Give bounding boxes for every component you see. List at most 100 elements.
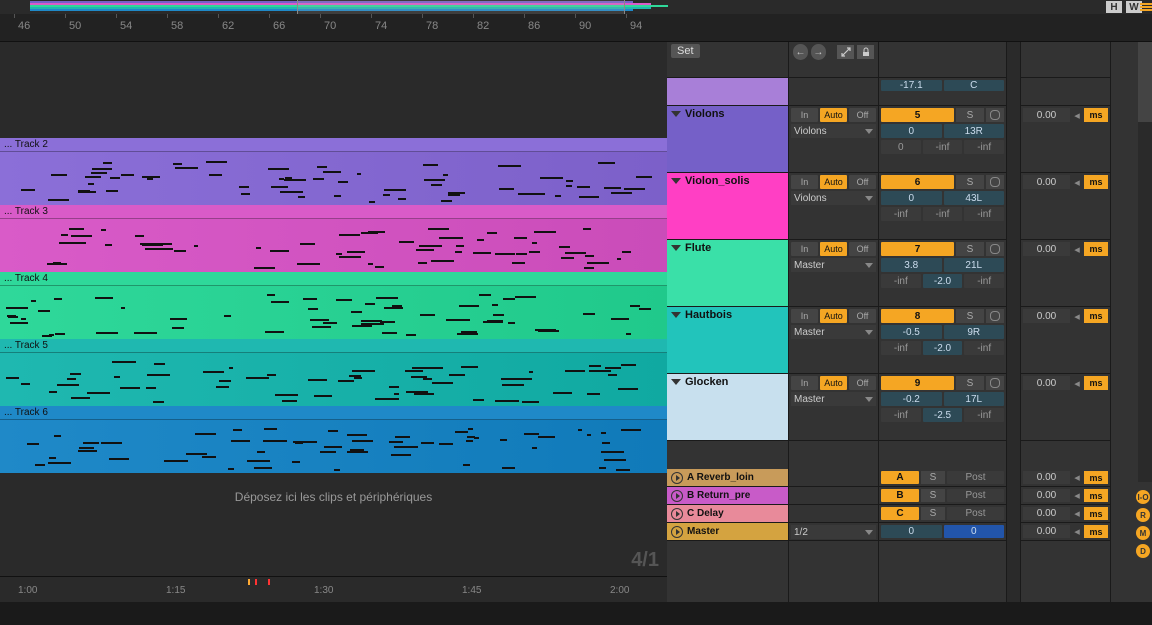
- send-a[interactable]: -inf: [881, 341, 921, 355]
- track-volume[interactable]: 0: [881, 124, 942, 138]
- return-delay[interactable]: 0.00: [1023, 471, 1070, 484]
- delay-unit-toggle[interactable]: ms: [1084, 175, 1108, 189]
- track-pan[interactable]: 43L: [944, 191, 1005, 205]
- delay-unit-toggle[interactable]: ms: [1084, 525, 1108, 538]
- scrollbar-thumb[interactable]: [1138, 42, 1152, 122]
- chevron-left-icon[interactable]: ◂: [1072, 175, 1082, 189]
- monitor-in[interactable]: In: [791, 376, 818, 390]
- track-volume[interactable]: 0: [881, 191, 942, 205]
- view-toggle-r[interactable]: R: [1136, 508, 1150, 522]
- monitor-auto[interactable]: Auto: [820, 242, 847, 256]
- return-track-header[interactable]: B Return_pre: [667, 487, 788, 505]
- fold-toggle-icon[interactable]: [671, 245, 681, 251]
- chevron-left-icon[interactable]: ◂: [1072, 242, 1082, 256]
- play-icon[interactable]: [671, 490, 683, 502]
- track-header[interactable]: Violon_solis: [667, 173, 788, 240]
- overview-bar[interactable]: H W: [0, 0, 1152, 14]
- clip-header[interactable]: ... Track 2: [0, 138, 667, 152]
- drop-zone[interactable]: Déposez ici les clips et périphériques: [0, 482, 667, 512]
- track-volume[interactable]: -0.5: [881, 325, 942, 339]
- loop-end-marker[interactable]: [268, 579, 270, 585]
- solo-button[interactable]: S: [956, 242, 984, 256]
- clip-body[interactable]: [0, 286, 667, 339]
- master-volume[interactable]: 0: [881, 525, 942, 538]
- return-delay[interactable]: 0.00: [1023, 489, 1070, 502]
- monitor-auto[interactable]: Auto: [820, 376, 847, 390]
- monitor-off[interactable]: Off: [849, 242, 876, 256]
- overview-minimap[interactable]: [30, 0, 892, 14]
- expand-icon[interactable]: [837, 45, 854, 59]
- output-routing[interactable]: Master: [791, 258, 876, 272]
- view-toggle-d[interactable]: D: [1136, 544, 1150, 558]
- solo-button[interactable]: S: [956, 309, 984, 323]
- track-pan[interactable]: 21L: [944, 258, 1005, 272]
- loop-start-marker[interactable]: [255, 579, 257, 585]
- arrangement-view[interactable]: ... Track 2 ... Track 3 ... Track 4 ... Tra…: [0, 42, 667, 602]
- arm-button[interactable]: [986, 108, 1004, 122]
- solo-button[interactable]: S: [921, 489, 945, 502]
- group-header[interactable]: [667, 78, 788, 106]
- delay-unit-toggle[interactable]: ms: [1084, 471, 1108, 484]
- return-activator[interactable]: B: [881, 489, 919, 502]
- post-toggle[interactable]: Post: [947, 507, 1004, 520]
- send-c[interactable]: -inf: [964, 140, 1004, 154]
- clip-header[interactable]: ... Track 3: [0, 205, 667, 219]
- nav-fwd-icon[interactable]: →: [811, 44, 826, 60]
- play-icon[interactable]: [671, 526, 683, 538]
- monitor-in[interactable]: In: [791, 309, 818, 323]
- vertical-scrollbar[interactable]: [1138, 42, 1152, 482]
- send-b[interactable]: -2.0: [923, 341, 963, 355]
- return-delay[interactable]: 0.00: [1023, 507, 1070, 520]
- play-icon[interactable]: [671, 508, 683, 520]
- send-a[interactable]: -inf: [881, 408, 921, 422]
- track-lane[interactable]: ... Track 6: [0, 406, 667, 473]
- track-lane[interactable]: ... Track 2: [0, 138, 667, 205]
- monitor-in[interactable]: In: [791, 108, 818, 122]
- return-track-header[interactable]: A Reverb_loin: [667, 469, 788, 487]
- track-activator[interactable]: 8: [881, 309, 954, 323]
- track-volume[interactable]: -0.2: [881, 392, 942, 406]
- chevron-left-icon[interactable]: ◂: [1072, 525, 1082, 538]
- chevron-left-icon[interactable]: ◂: [1072, 108, 1082, 122]
- monitor-auto[interactable]: Auto: [820, 108, 847, 122]
- fold-toggle-icon[interactable]: [671, 178, 681, 184]
- clip-header[interactable]: ... Track 4: [0, 272, 667, 286]
- track-activator[interactable]: 9: [881, 376, 954, 390]
- post-toggle[interactable]: Post: [947, 489, 1004, 502]
- master-output-routing[interactable]: 1/2: [791, 525, 876, 539]
- monitor-off[interactable]: Off: [849, 175, 876, 189]
- track-lane[interactable]: ... Track 3: [0, 205, 667, 272]
- delay-unit-toggle[interactable]: ms: [1084, 242, 1108, 256]
- solo-button[interactable]: S: [921, 507, 945, 520]
- fold-toggle-icon[interactable]: [671, 111, 681, 117]
- solo-button[interactable]: S: [956, 108, 984, 122]
- track-delay[interactable]: 0.00: [1023, 242, 1070, 256]
- master-track-header[interactable]: Master: [667, 523, 788, 541]
- set-button[interactable]: Set: [671, 44, 700, 58]
- group-pan[interactable]: C: [944, 80, 1005, 91]
- send-b[interactable]: -inf: [923, 140, 963, 154]
- chevron-left-icon[interactable]: ◂: [1072, 507, 1082, 520]
- monitor-auto[interactable]: Auto: [820, 309, 847, 323]
- post-toggle[interactable]: Post: [947, 471, 1004, 484]
- fold-toggle-icon[interactable]: [671, 379, 681, 385]
- time-ruler[interactable]: 1:001:151:301:452:00: [0, 576, 667, 602]
- arm-button[interactable]: [986, 309, 1004, 323]
- locator-marker[interactable]: [248, 579, 250, 585]
- monitor-off[interactable]: Off: [849, 376, 876, 390]
- track-header[interactable]: Violons: [667, 106, 788, 173]
- send-b[interactable]: -2.0: [923, 274, 963, 288]
- delay-unit-toggle[interactable]: ms: [1084, 108, 1108, 122]
- clip-body[interactable]: [0, 353, 667, 406]
- monitor-off[interactable]: Off: [849, 108, 876, 122]
- track-activator[interactable]: 6: [881, 175, 954, 189]
- track-header[interactable]: Hautbois: [667, 307, 788, 374]
- delay-unit-toggle[interactable]: ms: [1084, 309, 1108, 323]
- send-a[interactable]: -inf: [881, 274, 921, 288]
- chevron-left-icon[interactable]: ◂: [1072, 376, 1082, 390]
- track-lane[interactable]: ... Track 4: [0, 272, 667, 339]
- track-delay[interactable]: 0.00: [1023, 309, 1070, 323]
- output-routing[interactable]: Violons: [791, 191, 876, 205]
- master-delay[interactable]: 0.00: [1023, 525, 1070, 538]
- view-toggle-m[interactable]: M: [1136, 526, 1150, 540]
